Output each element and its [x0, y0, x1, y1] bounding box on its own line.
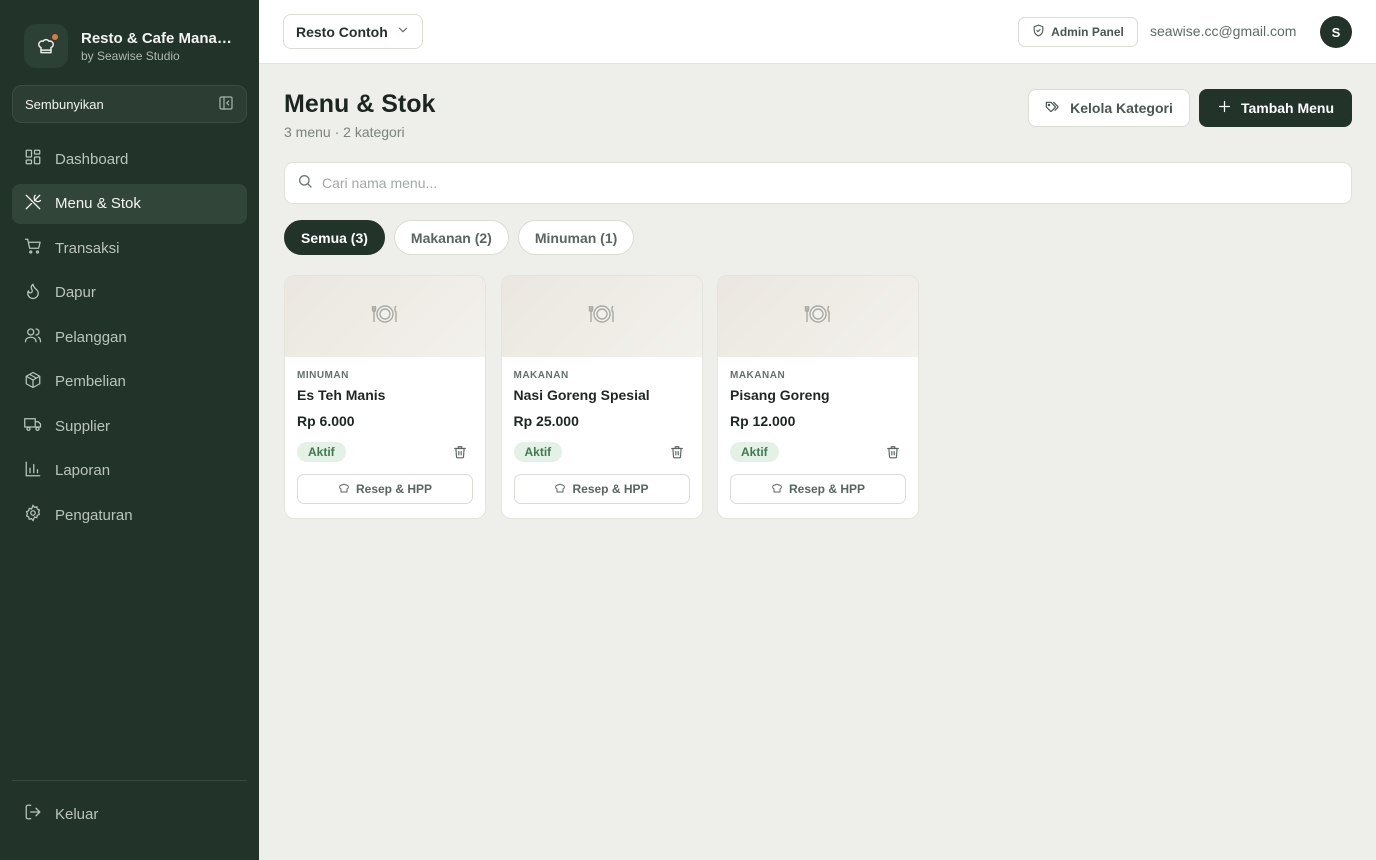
menu-price: Rp 12.000	[730, 413, 796, 429]
menu-image-placeholder	[285, 276, 485, 357]
trash-icon[interactable]	[886, 445, 900, 459]
status-badge[interactable]: Aktif	[297, 442, 346, 462]
add-menu-button[interactable]: Tambah Menu	[1199, 89, 1352, 127]
sidebar-item-pengaturan[interactable]: Pengaturan	[12, 495, 247, 535]
shield-icon	[1032, 24, 1051, 40]
search-bar	[284, 162, 1352, 204]
brand: Resto & Cafe Manag... by Seawise Studio	[24, 24, 237, 68]
recipe-hpp-label: Resep & HPP	[788, 482, 866, 496]
sidebar-item-dashboard[interactable]: Dashboard	[12, 139, 247, 179]
filter-makanan[interactable]: Makanan (2)	[393, 220, 509, 255]
chef-hat-icon	[554, 482, 572, 497]
sidebar-item-dapur[interactable]: Dapur	[12, 273, 247, 313]
filter-minuman[interactable]: Minuman (1)	[517, 220, 635, 255]
restaurant-select[interactable]: Resto Contoh	[283, 14, 423, 49]
menu-category: MINUMAN	[297, 370, 349, 381]
manage-categories-label: Kelola Kategori	[1070, 100, 1173, 116]
tags-icon	[1045, 99, 1070, 118]
flame-icon	[24, 282, 55, 304]
menu-name: Es Teh Manis	[297, 387, 386, 403]
app-subtitle: by Seawise Studio	[81, 48, 180, 63]
search-input[interactable]	[322, 175, 1222, 191]
menu-name: Nasi Goreng Spesial	[513, 387, 650, 403]
plate-icon	[804, 302, 832, 331]
sidebar-item-label: Transaksi	[55, 239, 120, 257]
sidebar-item-label: Dashboard	[55, 150, 129, 168]
search-icon	[297, 173, 313, 194]
page-title: Menu & Stok	[284, 90, 436, 118]
recipe-hpp-label: Resep & HPP	[355, 482, 433, 496]
menu-category: MAKANAN	[730, 370, 786, 381]
chef-hat-icon	[338, 482, 356, 497]
status-badge[interactable]: Aktif	[513, 442, 563, 462]
sidebar-toggle-icon	[218, 95, 234, 114]
app-title: Resto & Cafe Manag...	[81, 29, 237, 47]
sidebar-item-label: Pengaturan	[55, 506, 133, 524]
collapse-label: Sembunyikan	[25, 96, 104, 112]
logout-button[interactable]: Keluar	[12, 794, 247, 834]
user-email: seawise.cc@gmail.com	[1150, 23, 1297, 39]
sidebar-item-label: Pelanggan	[55, 328, 127, 346]
sidebar-item-laporan[interactable]: Laporan	[12, 451, 247, 491]
collapse-sidebar-button[interactable]: Sembunyikan	[12, 85, 247, 123]
sidebar-item-transaksi[interactable]: Transaksi	[12, 228, 247, 268]
sidebar: Resto & Cafe Manag... by Seawise Studio …	[0, 0, 259, 860]
trash-icon[interactable]	[670, 445, 684, 459]
gear-icon	[24, 504, 55, 526]
menu-card[interactable]: MAKANAN Nasi Goreng Spesial Rp 25.000 Ak…	[500, 275, 703, 519]
sidebar-item-label: Dapur	[55, 284, 96, 301]
recipe-hpp-button[interactable]: Resep & HPP	[730, 474, 906, 504]
plus-icon	[1217, 99, 1241, 117]
menu-price: Rp 6.000	[297, 413, 355, 429]
filter-all[interactable]: Semua (3)	[284, 220, 385, 255]
sidebar-item-pembelian[interactable]: Pembelian	[12, 362, 247, 402]
bar-chart-icon	[24, 460, 55, 482]
menu-category: MAKANAN	[513, 370, 569, 381]
users-icon	[24, 326, 55, 348]
menu-name: Pisang Goreng	[730, 387, 830, 403]
chef-hat-icon	[24, 24, 68, 68]
admin-panel-button[interactable]: Admin Panel	[1018, 17, 1138, 47]
menu-grid: MINUMAN Es Teh Manis Rp 6.000 Aktif Rese…	[284, 275, 934, 519]
avatar[interactable]: S	[1320, 16, 1352, 48]
category-filters: Semua (3) Makanan (2) Minuman (1)	[284, 220, 643, 255]
recipe-hpp-label: Resep & HPP	[572, 482, 649, 496]
plate-icon	[588, 302, 616, 331]
logo-dot	[52, 34, 58, 40]
menu-card[interactable]: MAKANAN Pisang Goreng Rp 12.000 Aktif Re…	[717, 275, 919, 519]
sidebar-item-supplier[interactable]: Supplier	[12, 406, 247, 446]
truck-icon	[24, 415, 55, 437]
status-badge[interactable]: Aktif	[730, 442, 779, 462]
sidebar-divider	[12, 780, 247, 781]
menu-card[interactable]: MINUMAN Es Teh Manis Rp 6.000 Aktif Rese…	[284, 275, 486, 519]
add-menu-label: Tambah Menu	[1240, 100, 1335, 116]
menu-image-placeholder	[501, 276, 702, 357]
package-icon	[24, 371, 55, 393]
admin-panel-label: Admin Panel	[1051, 25, 1124, 39]
sidebar-item-label: Supplier	[55, 417, 111, 435]
sidebar-nav: Dashboard Menu & Stok Transaksi Dapur Pe…	[12, 139, 247, 540]
restaurant-name: Resto Contoh	[296, 23, 388, 40]
recipe-hpp-button[interactable]: Resep & HPP	[513, 474, 690, 504]
sidebar-item-pelanggan[interactable]: Pelanggan	[12, 317, 247, 357]
chevron-down-icon	[396, 23, 410, 40]
cart-icon	[24, 237, 55, 259]
manage-categories-button[interactable]: Kelola Kategori	[1028, 89, 1190, 127]
sidebar-item-menu-stok[interactable]: Menu & Stok	[12, 183, 247, 224]
logout-label: Keluar	[55, 805, 99, 823]
plate-icon	[371, 302, 399, 331]
sidebar-item-label: Pembelian	[55, 373, 126, 390]
trash-icon[interactable]	[453, 445, 467, 459]
utensils-icon	[24, 193, 55, 215]
chef-hat-icon	[771, 482, 789, 497]
recipe-hpp-button[interactable]: Resep & HPP	[297, 474, 473, 504]
menu-image-placeholder	[718, 276, 918, 357]
page-subtitle: 3 menu · 2 kategori	[284, 124, 405, 140]
top-bar: Resto Contoh Admin Panel seawise.cc@gmai…	[259, 0, 1376, 64]
sidebar-item-label: Laporan	[55, 462, 111, 479]
sidebar-item-label: Menu & Stok	[55, 195, 141, 212]
menu-price: Rp 25.000	[513, 413, 579, 429]
logout-icon	[24, 803, 55, 825]
dashboard-icon	[24, 148, 55, 170]
